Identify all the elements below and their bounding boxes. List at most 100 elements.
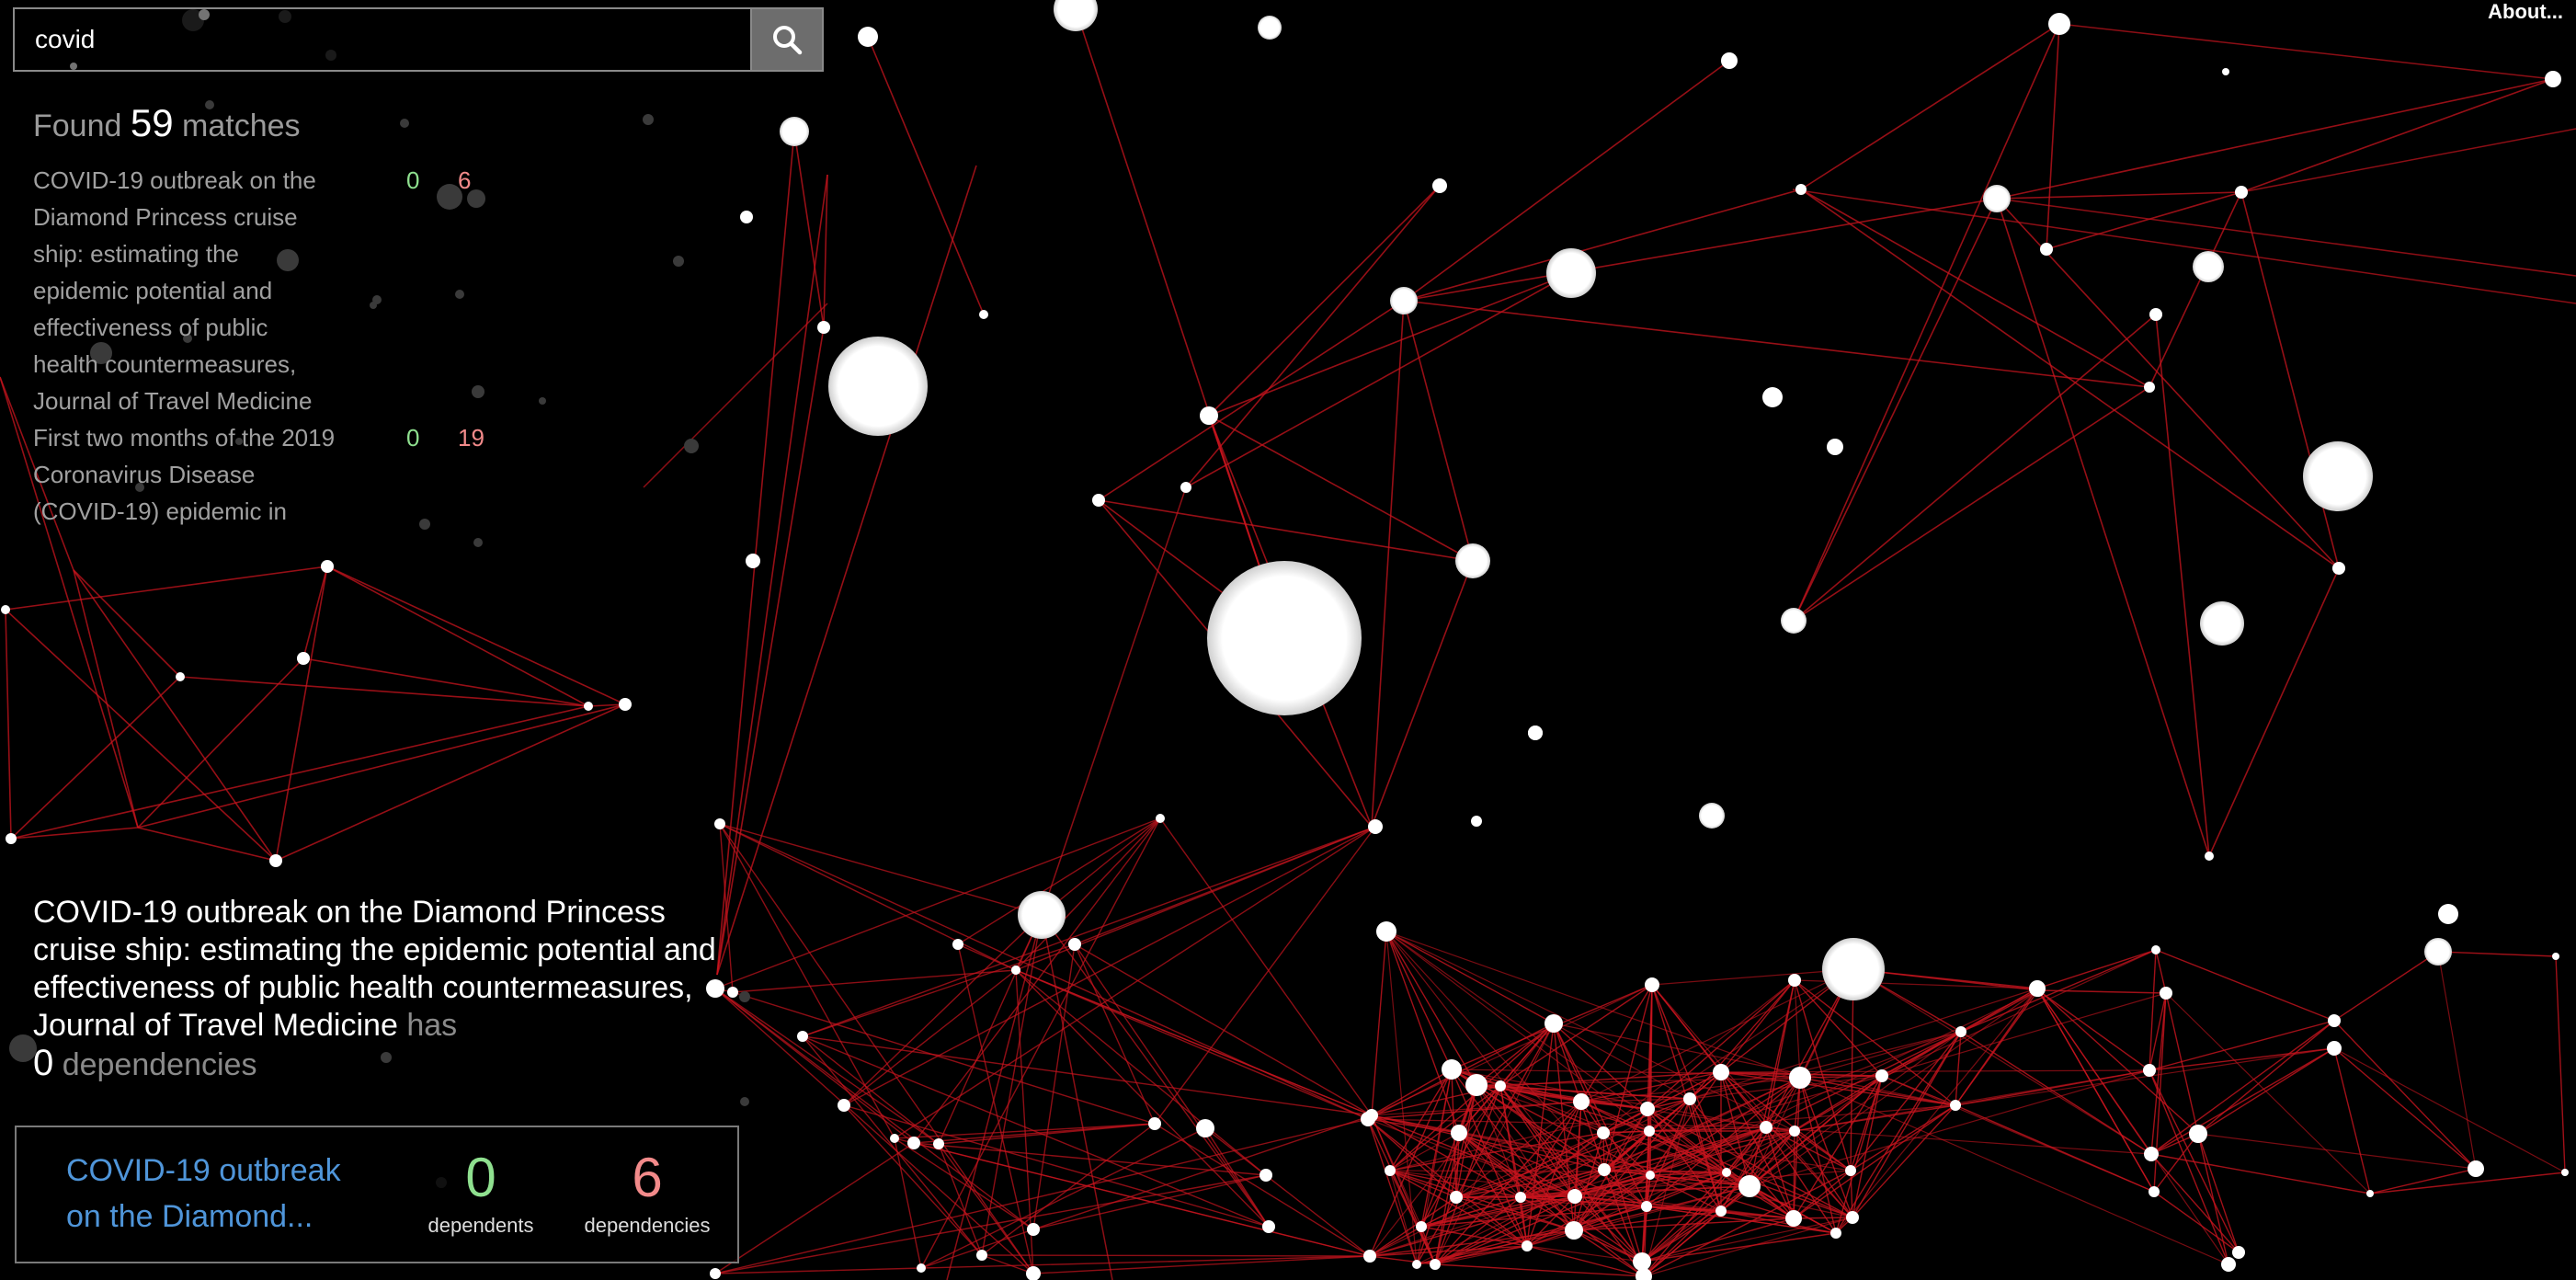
card-title-line1[interactable]: COVID-19 outbreak: [66, 1153, 341, 1188]
graph-node[interactable]: [1451, 1125, 1467, 1141]
graph-node[interactable]: [1442, 1059, 1462, 1080]
card-title-line2[interactable]: on the Diamond...: [66, 1199, 313, 1234]
graph-node[interactable]: [1983, 185, 2011, 212]
graph-node[interactable]: [952, 939, 963, 950]
graph-node[interactable]: [1573, 1093, 1590, 1110]
graph-node[interactable]: [1762, 387, 1783, 407]
graph-node[interactable]: [1262, 1220, 1275, 1233]
search-input[interactable]: [13, 7, 751, 72]
graph-node[interactable]: [2468, 1160, 2484, 1177]
graph-node[interactable]: [2193, 251, 2224, 282]
graph-node[interactable]: [1738, 1175, 1761, 1197]
graph-node[interactable]: [1846, 1211, 1859, 1224]
graph-node[interactable]: [2048, 13, 2070, 35]
graph-node[interactable]: [817, 321, 830, 334]
graph-node[interactable]: [1646, 1171, 1655, 1180]
graph-node[interactable]: [1, 605, 10, 614]
graph-node[interactable]: [584, 702, 593, 711]
graph-node[interactable]: [1713, 1064, 1729, 1080]
graph-node[interactable]: [1715, 1206, 1727, 1217]
graph-node[interactable]: [1376, 921, 1396, 942]
graph-node[interactable]: [1011, 966, 1020, 975]
graph-node[interactable]: [917, 1263, 926, 1273]
graph-node[interactable]: [979, 310, 988, 319]
graph-node[interactable]: [2561, 1169, 2569, 1176]
graph-node[interactable]: [619, 698, 632, 711]
graph-node[interactable]: [1721, 52, 1738, 69]
graph-node[interactable]: [1495, 1080, 1506, 1091]
graph-node[interactable]: [1567, 1189, 1582, 1204]
graph-node[interactable]: [2151, 945, 2160, 954]
graph-node[interactable]: [1598, 1163, 1611, 1176]
graph-node[interactable]: [2144, 1147, 2159, 1161]
graph-node[interactable]: [1430, 1259, 1441, 1270]
graph-node[interactable]: [1722, 1168, 1731, 1177]
graph-node[interactable]: [1683, 1092, 1696, 1105]
graph-node[interactable]: [6, 833, 17, 844]
graph-node[interactable]: [1641, 1201, 1652, 1212]
graph-node[interactable]: [2303, 441, 2373, 511]
card-node-link[interactable]: COVID-19 outbreak on the Diamond...: [66, 1148, 342, 1240]
graph-node[interactable]: [714, 818, 725, 829]
graph-node[interactable]: [1363, 1250, 1376, 1263]
graph-node[interactable]: [746, 554, 760, 568]
graph-node[interactable]: [1788, 974, 1801, 987]
graph-node[interactable]: [838, 1099, 850, 1112]
graph-node[interactable]: [1522, 1240, 1533, 1251]
graph-node[interactable]: [1156, 814, 1165, 823]
graph-node[interactable]: [1822, 938, 1885, 1000]
graph-node[interactable]: [1432, 178, 1447, 193]
graph-node[interactable]: [797, 1031, 808, 1042]
graph-node[interactable]: [1875, 1069, 1888, 1082]
graph-node[interactable]: [2205, 851, 2214, 861]
graph-node[interactable]: [1565, 1221, 1583, 1240]
graph-node[interactable]: [2328, 1014, 2341, 1027]
graph-node[interactable]: [1830, 1228, 1841, 1239]
graph-node[interactable]: [1196, 1119, 1214, 1137]
result-title[interactable]: First two months of the 2019 Coronavirus…: [33, 419, 338, 530]
graph-node[interactable]: [1368, 819, 1383, 834]
graph-node[interactable]: [710, 1268, 721, 1279]
graph-node[interactable]: [1412, 1260, 1421, 1269]
graph-node[interactable]: [176, 672, 185, 681]
graph-node[interactable]: [2149, 308, 2162, 321]
graph-node[interactable]: [2143, 1064, 2156, 1077]
graph-node[interactable]: [2424, 938, 2452, 966]
graph-node[interactable]: [1092, 494, 1105, 507]
graph-node[interactable]: [1260, 1169, 1272, 1182]
graph-node[interactable]: [2189, 1125, 2207, 1143]
graph-node[interactable]: [1471, 816, 1482, 827]
graph-node[interactable]: [1827, 439, 1843, 455]
graph-node[interactable]: [2200, 601, 2244, 646]
graph-node[interactable]: [2149, 1186, 2160, 1197]
graph-node[interactable]: [1597, 1126, 1610, 1139]
result-item[interactable]: COVID-19 outbreak on the Diamond Princes…: [33, 162, 640, 419]
graph-node[interactable]: [858, 27, 878, 47]
graph-node[interactable]: [780, 117, 809, 146]
graph-node[interactable]: [1365, 1109, 1378, 1122]
graph-node[interactable]: [1390, 287, 1418, 314]
result-item[interactable]: First two months of the 2019 Coronavirus…: [33, 419, 640, 530]
graph-node[interactable]: [890, 1134, 899, 1143]
graph-node[interactable]: [1027, 1223, 1040, 1236]
graph-node[interactable]: [2040, 243, 2053, 256]
about-link[interactable]: About...: [2488, 0, 2563, 24]
dependencies-stat[interactable]: 6 dependencies: [564, 1146, 730, 1238]
graph-node[interactable]: [2232, 1246, 2245, 1259]
graph-node[interactable]: [1789, 1067, 1811, 1089]
graph-node[interactable]: [1258, 16, 1282, 40]
graph-node[interactable]: [1645, 977, 1659, 992]
graph-node[interactable]: [1544, 1014, 1563, 1033]
graph-node[interactable]: [828, 337, 928, 436]
graph-node[interactable]: [1845, 1165, 1856, 1176]
graph-node[interactable]: [1785, 1210, 1802, 1227]
graph-node[interactable]: [1640, 1102, 1655, 1116]
graph-node[interactable]: [2032, 984, 2045, 997]
graph-node[interactable]: [907, 1137, 920, 1149]
graph-node[interactable]: [1200, 406, 1218, 425]
graph-node[interactable]: [1207, 561, 1362, 715]
graph-node[interactable]: [1455, 543, 1490, 578]
graph-node[interactable]: [2221, 1257, 2236, 1272]
graph-node[interactable]: [1068, 938, 1081, 951]
graph-node[interactable]: [1465, 1074, 1487, 1096]
